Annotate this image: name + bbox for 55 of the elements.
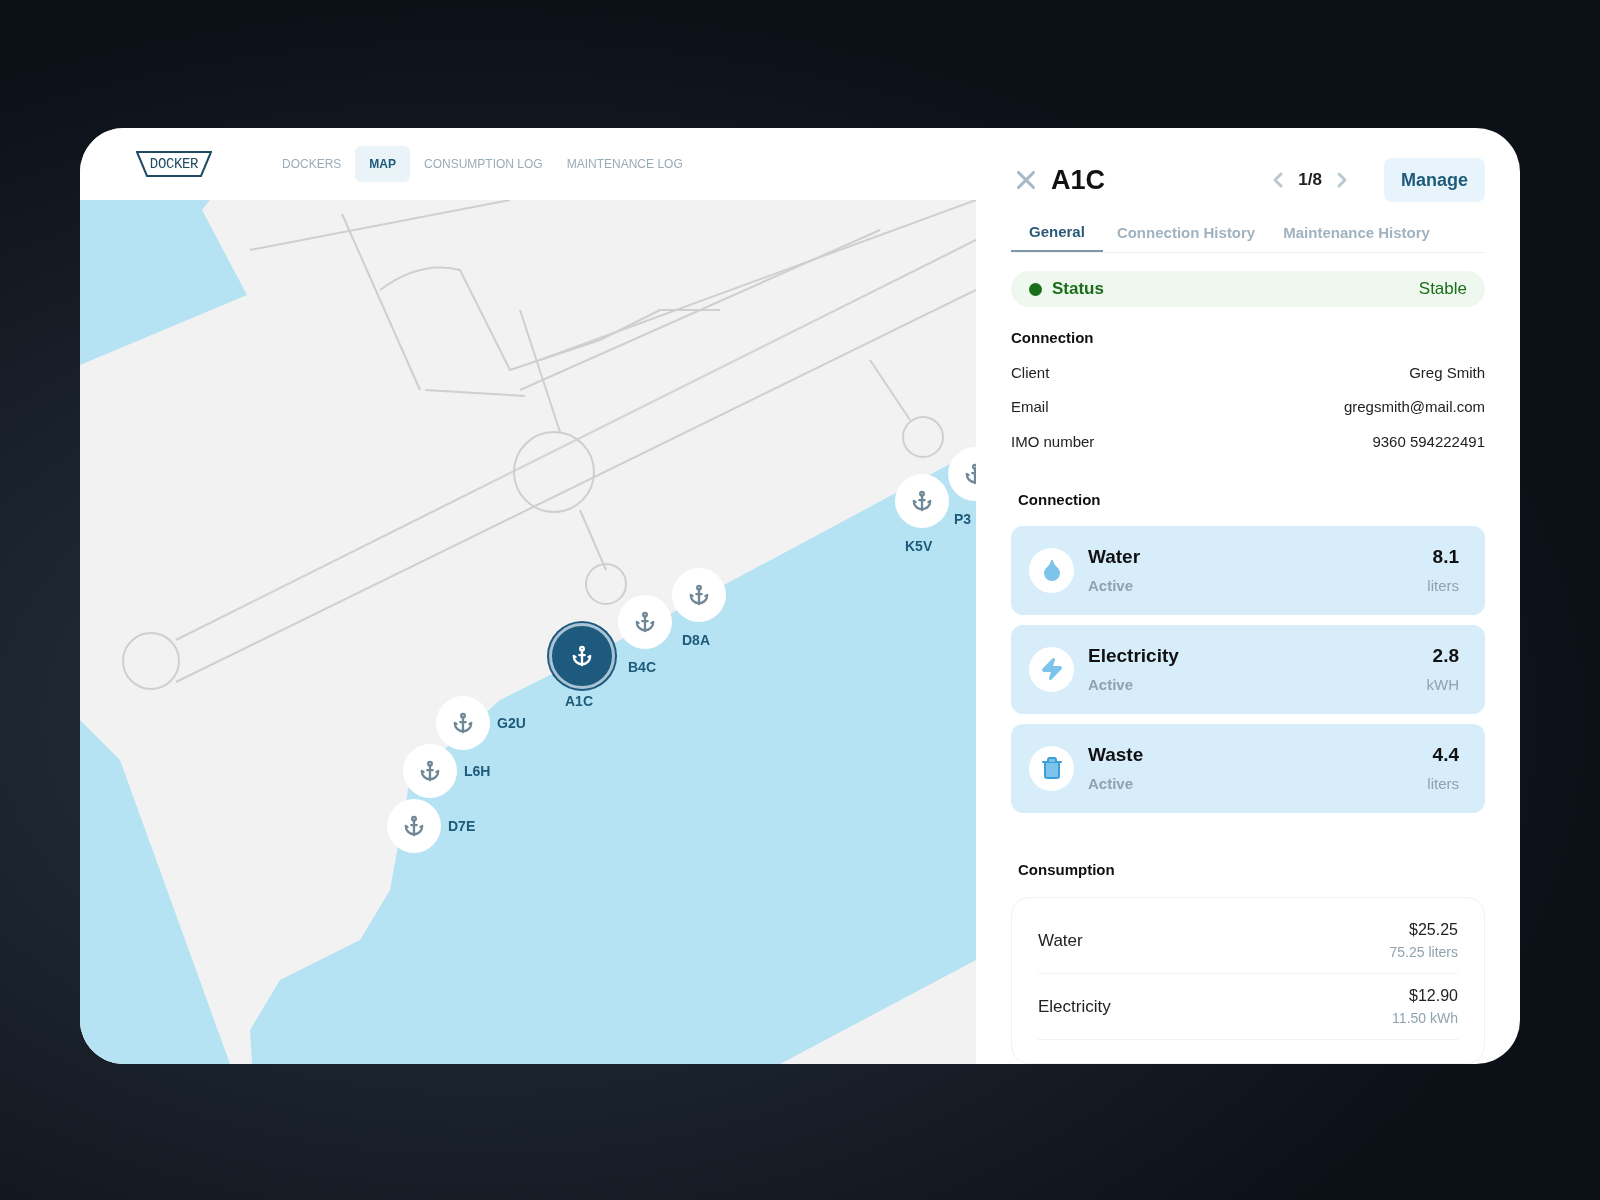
service-name: Waste: [1088, 742, 1144, 767]
anchor-icon: [571, 645, 593, 667]
dock-label: K5V: [905, 539, 933, 553]
info-value: gregsmith@mail.com: [1343, 397, 1485, 418]
service-value: 4.4: [1432, 742, 1459, 767]
service-status: Active: [1088, 675, 1135, 696]
dock-label: B4C: [628, 660, 656, 674]
anchor-icon: [911, 490, 933, 512]
info-value: 9360 594222491: [1372, 431, 1485, 452]
nav-tab[interactable]: MAP: [355, 146, 410, 182]
dock-label: L6H: [464, 764, 491, 778]
consumption-amount: 75.25 liters: [1389, 943, 1458, 963]
consumption-cost: $12.90: [1409, 986, 1458, 1007]
anchor-icon: [403, 815, 425, 837]
manage-button[interactable]: Manage: [1383, 158, 1485, 202]
section-heading: Connection: [1018, 490, 1102, 511]
service-name: Electricity: [1088, 643, 1179, 668]
info-label: IMO number: [1011, 431, 1095, 452]
service-unit: liters: [1427, 576, 1459, 597]
status-label: Status: [1052, 278, 1104, 301]
service-name: Water: [1088, 544, 1141, 569]
consumption-name: Water: [1038, 929, 1083, 952]
logo: DOCKER: [136, 150, 212, 178]
service-unit: kWH: [1426, 675, 1459, 696]
service-unit: liters: [1427, 774, 1459, 795]
info-label: Email: [1011, 397, 1049, 418]
status-value: Stable: [1418, 278, 1467, 301]
anchor-icon: [688, 584, 710, 606]
consumption-amount: 11.50 kWh: [1392, 1009, 1458, 1029]
section-heading: Consumption: [1018, 859, 1116, 880]
anchor-icon: [452, 712, 474, 734]
service-card[interactable]: Water Active 8.1 liters: [1011, 525, 1485, 615]
service-card[interactable]: Electricity Active 2.8 kWH: [1011, 624, 1485, 714]
service-card[interactable]: Waste Active 4.4 liters: [1011, 723, 1485, 813]
dock-label: G2U: [497, 716, 526, 730]
dock-label: D7E: [448, 819, 476, 833]
dock-title: A1C: [1051, 163, 1105, 197]
service-status: Active: [1088, 774, 1135, 795]
lightning-icon: [1039, 657, 1064, 682]
info-value: Greg Smith: [1409, 362, 1485, 383]
panel-tab[interactable]: General: [1011, 214, 1103, 252]
anchor-icon: [634, 611, 656, 633]
dock-label: D8A: [682, 633, 710, 647]
service-value: 2.8: [1432, 643, 1459, 668]
consumption-name: Electricity: [1038, 995, 1111, 1018]
service-value: 8.1: [1432, 544, 1459, 569]
dock-label: A1C: [565, 694, 593, 708]
pager-count: 1/8: [1298, 169, 1322, 192]
service-status: Active: [1088, 576, 1135, 597]
consumption-cost: $25.25: [1409, 920, 1458, 941]
anchor-icon: [419, 760, 441, 782]
trash-icon: [1039, 756, 1064, 781]
section-heading: Connection: [1011, 328, 1095, 349]
dock-label: P3: [954, 512, 972, 526]
info-label: Client: [1011, 362, 1050, 383]
